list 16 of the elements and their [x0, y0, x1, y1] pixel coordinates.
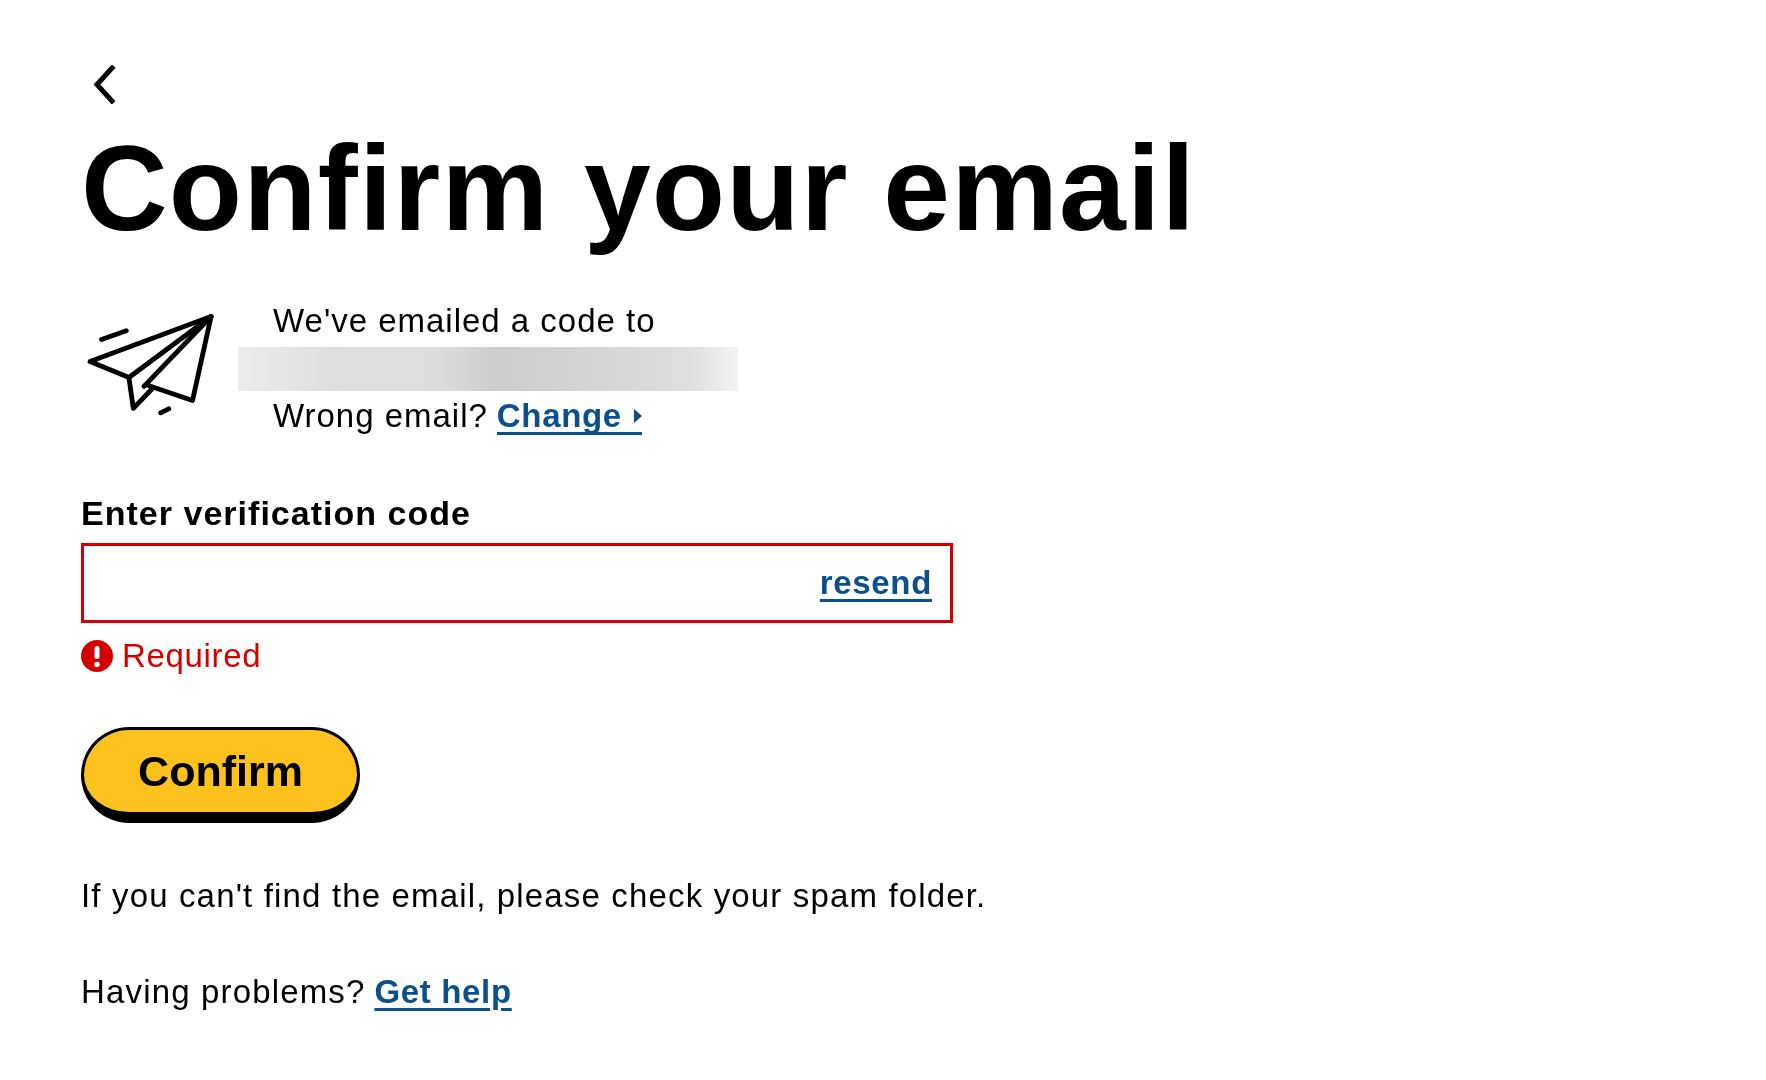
- verification-code-field[interactable]: resend: [81, 543, 953, 623]
- spam-folder-hint: If you can't find the email, please check your spam folder.: [81, 876, 987, 916]
- change-link[interactable]: Change: [496, 400, 642, 435]
- confirm-button[interactable]: Confirm: [81, 727, 360, 823]
- wrong-email-text: Wrong email?: [273, 396, 488, 436]
- caret-right-icon: [633, 409, 642, 423]
- chevron-left-icon: [92, 65, 117, 104]
- email-sent-text: We've emailed a code to: [273, 301, 656, 341]
- error-message: Required: [122, 636, 262, 676]
- resend-link[interactable]: resend: [819, 565, 932, 601]
- error-icon: [81, 640, 113, 672]
- help-prompt-text: Having problems?: [81, 972, 366, 1012]
- back-button[interactable]: [92, 65, 117, 104]
- field-label: Enter verification code: [81, 493, 471, 533]
- get-help-link[interactable]: Get help: [374, 972, 512, 1012]
- page-title: Confirm your email: [81, 120, 1197, 257]
